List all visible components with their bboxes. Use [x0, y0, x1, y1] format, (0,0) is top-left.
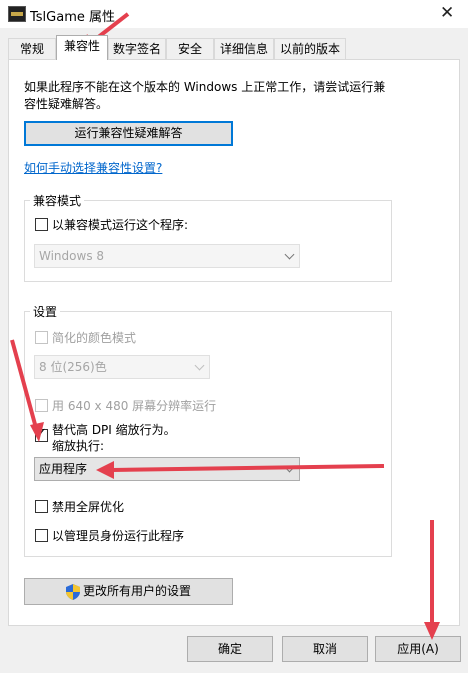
manual-compat-link[interactable]: 如何手动选择兼容性设置? [24, 159, 162, 176]
troubleshoot-button[interactable]: 运行兼容性疑难解答 [24, 121, 233, 146]
resolution-640-label: 用 640 x 480 屏幕分辨率运行 [52, 399, 217, 413]
color-depth-select-value: 8 位(256)色 [39, 360, 107, 374]
change-all-users-label: 更改所有用户的设置 [82, 584, 191, 598]
high-dpi-label-line1: 替代高 DPI 缩放行为。 [52, 423, 176, 437]
ok-button[interactable]: 确定 [187, 636, 273, 662]
dpi-scaling-select-value: 应用程序 [39, 462, 88, 476]
os-version-select[interactable]: Windows 8 [34, 244, 300, 268]
chevron-down-icon [284, 249, 295, 260]
tab-general[interactable]: 常规 [8, 38, 56, 59]
title-bar: TslGame 属性 ✕ [0, 0, 468, 28]
reduced-color-label: 简化的颜色模式 [52, 331, 137, 345]
compat-mode-group [24, 200, 392, 282]
dpi-scaling-select[interactable]: 应用程序 [34, 457, 300, 481]
compat-mode-checkbox[interactable] [35, 218, 48, 231]
chevron-down-icon [194, 360, 205, 371]
resolution-640-checkbox[interactable] [35, 399, 48, 412]
change-all-users-button[interactable]: 更改所有用户的设置 [24, 578, 233, 605]
color-depth-select[interactable]: 8 位(256)色 [34, 355, 210, 379]
apply-button[interactable]: 应用(A) [375, 636, 461, 662]
tab-previous-versions[interactable]: 以前的版本 [274, 38, 346, 59]
uac-shield-icon [65, 583, 80, 600]
os-version-select-value: Windows 8 [39, 249, 105, 263]
run-as-admin-checkbox[interactable] [35, 529, 48, 542]
disable-fullscreen-opt-checkbox[interactable] [35, 500, 48, 513]
chevron-down-icon [284, 462, 295, 473]
tab-compatibility[interactable]: 兼容性 [56, 35, 108, 60]
intro-text-line1: 如果此程序不能在这个版本的 Windows 上正常工作，请尝试运行兼 [24, 80, 386, 94]
intro-text-line2: 容性疑难解答。 [24, 97, 109, 111]
tab-digital-signatures[interactable]: 数字签名 [108, 38, 166, 59]
compat-mode-group-label: 兼容模式 [30, 192, 85, 209]
high-dpi-override-checkbox[interactable] [35, 426, 48, 442]
high-dpi-label-line2: 缩放执行: [52, 439, 105, 453]
reduced-color-checkbox[interactable] [35, 331, 48, 344]
close-icon[interactable]: ✕ [440, 3, 454, 23]
window-title: TslGame 属性 [30, 10, 116, 25]
run-as-admin-label: 以管理员身份运行此程序 [52, 529, 185, 543]
cancel-button[interactable]: 取消 [282, 636, 368, 662]
compat-mode-checkbox-label: 以兼容模式运行这个程序: [52, 218, 189, 232]
tab-security[interactable]: 安全 [166, 38, 214, 59]
disable-fullscreen-opt-label: 禁用全屏优化 [52, 500, 125, 514]
app-icon [8, 6, 26, 22]
tab-details[interactable]: 详细信息 [214, 38, 274, 59]
settings-group-label: 设置 [30, 303, 61, 320]
